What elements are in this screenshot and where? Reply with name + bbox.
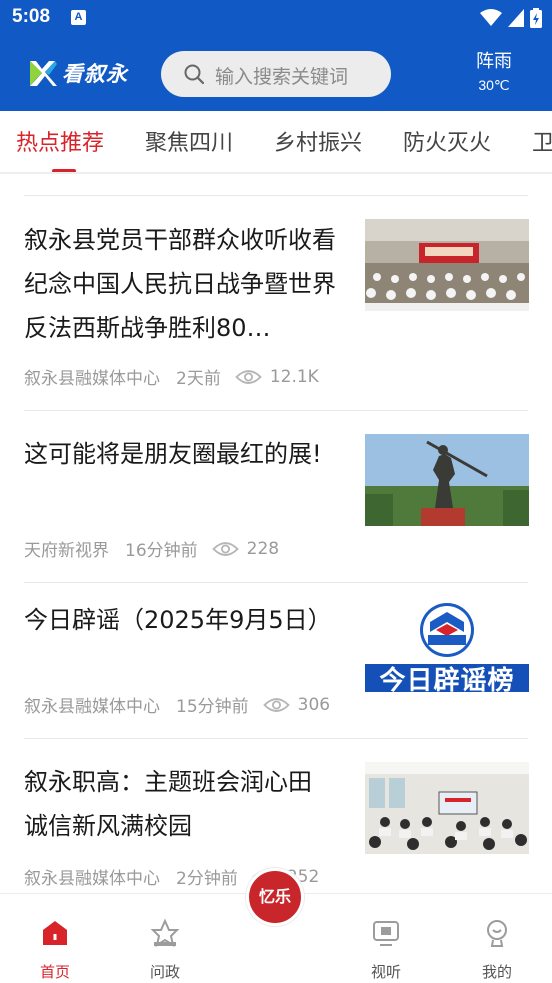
news-time: 16分钟前	[125, 541, 198, 561]
news-source: 叙永县融媒体中心	[24, 697, 160, 717]
news-thumbnail[interactable]: 今日辟谣榜	[365, 600, 529, 692]
center-feature-button[interactable]: 忆乐	[246, 868, 304, 926]
news-source: 叙永县融媒体中心	[24, 869, 160, 889]
divider	[24, 738, 528, 739]
news-time: 2分钟前	[176, 869, 238, 889]
news-title[interactable]: 叙永职高：主题班会润心田 诚信新风满校园	[24, 760, 342, 848]
nav-label: 问政	[149, 963, 180, 981]
news-thumbnail[interactable]	[365, 762, 529, 854]
notification-icon: A	[71, 10, 86, 25]
signal-icon	[508, 9, 524, 27]
tabs-divider	[0, 172, 552, 174]
status-time: 5:08	[12, 6, 51, 27]
search-icon	[184, 64, 205, 85]
news-item[interactable]: 这可能将是朋友圈最红的展! 天府新视界 16分钟前 228	[24, 432, 529, 562]
nav-label: 视听	[370, 963, 401, 981]
weather-temperature: 30℃	[478, 77, 510, 93]
profile-icon	[487, 920, 507, 947]
weather-condition: 阵雨	[476, 51, 512, 72]
tab-hot-recommend[interactable]: 热点推荐	[16, 125, 104, 157]
nav-profile[interactable]: 我的	[447, 894, 547, 983]
tab-partial[interactable]: 卫	[532, 125, 552, 157]
search-box[interactable]: 输入搜索关键词	[161, 51, 391, 97]
news-views: 306	[297, 694, 331, 715]
eye-icon	[235, 369, 262, 384]
tab-focus-sichuan[interactable]: 聚焦四川	[145, 125, 233, 157]
news-title[interactable]: 今日辟谣（2025年9月5日）	[24, 598, 342, 642]
home-icon	[43, 921, 67, 945]
nav-home[interactable]: 首页	[5, 894, 105, 983]
news-source: 天府新视界	[24, 541, 109, 561]
category-tabs: 热点推荐 聚焦四川 乡村振兴 防火灭火 卫	[0, 111, 552, 173]
status-bar: 5:08 A	[0, 0, 552, 36]
divider	[24, 582, 528, 583]
news-time: 15分钟前	[176, 697, 249, 717]
nav-label: 首页	[39, 963, 70, 981]
tab-fire-prevention[interactable]: 防火灭火	[403, 125, 491, 157]
divider	[24, 195, 528, 196]
news-item[interactable]: 今日辟谣（2025年9月5日） 叙永县融媒体中心 15分钟前 306 今日辟谣榜	[24, 598, 529, 728]
news-item[interactable]: 叙永县党员干部群众收听收看纪念中国人民抗日战争暨世界反法西斯战争胜利80… 叙永…	[24, 218, 529, 393]
divider	[24, 410, 528, 411]
weather-widget[interactable]: 阵雨 30℃	[459, 50, 529, 94]
question-icon	[150, 918, 180, 948]
news-title[interactable]: 叙永县党员干部群众收听收看纪念中国人民抗日战争暨世界反法西斯战争胜利80…	[24, 218, 342, 350]
news-title[interactable]: 这可能将是朋友圈最红的展!	[24, 432, 342, 520]
tv-icon	[373, 921, 399, 946]
news-source: 叙永县融媒体中心	[24, 369, 160, 389]
nav-inquiry[interactable]: 问政	[115, 894, 215, 983]
wifi-icon	[480, 9, 502, 26]
news-meta: 叙永县融媒体中心 2天前 12.1K	[24, 364, 319, 390]
rumor-banner-text: 今日辟谣榜	[365, 664, 529, 692]
logo-mark-icon	[30, 61, 57, 86]
news-time: 2天前	[176, 369, 221, 389]
news-meta: 天府新视界 16分钟前 228	[24, 536, 280, 562]
rumor-emblem-icon	[420, 603, 474, 657]
nav-media[interactable]: 视听	[336, 894, 436, 983]
tab-rural-revitalization[interactable]: 乡村振兴	[274, 125, 362, 157]
news-views: 228	[246, 538, 280, 559]
center-badge-text: 忆乐	[258, 887, 291, 906]
logo-text: 看叙永	[62, 61, 128, 86]
nav-label: 我的	[481, 963, 512, 981]
battery-icon	[530, 8, 542, 28]
news-thumbnail[interactable]	[365, 434, 529, 526]
app-header: 5:08 A 看叙永 输入搜索关键词 阵雨 30℃	[0, 0, 552, 111]
news-views: 12.1K	[269, 366, 319, 387]
eye-icon	[262, 697, 290, 712]
app-logo[interactable]: 看叙永	[28, 56, 128, 90]
search-placeholder: 输入搜索关键词	[215, 66, 349, 88]
eye-icon	[211, 541, 239, 556]
system-icons	[480, 8, 542, 28]
news-meta: 叙永县融媒体中心 15分钟前 306	[24, 692, 331, 718]
news-thumbnail[interactable]	[365, 219, 529, 311]
